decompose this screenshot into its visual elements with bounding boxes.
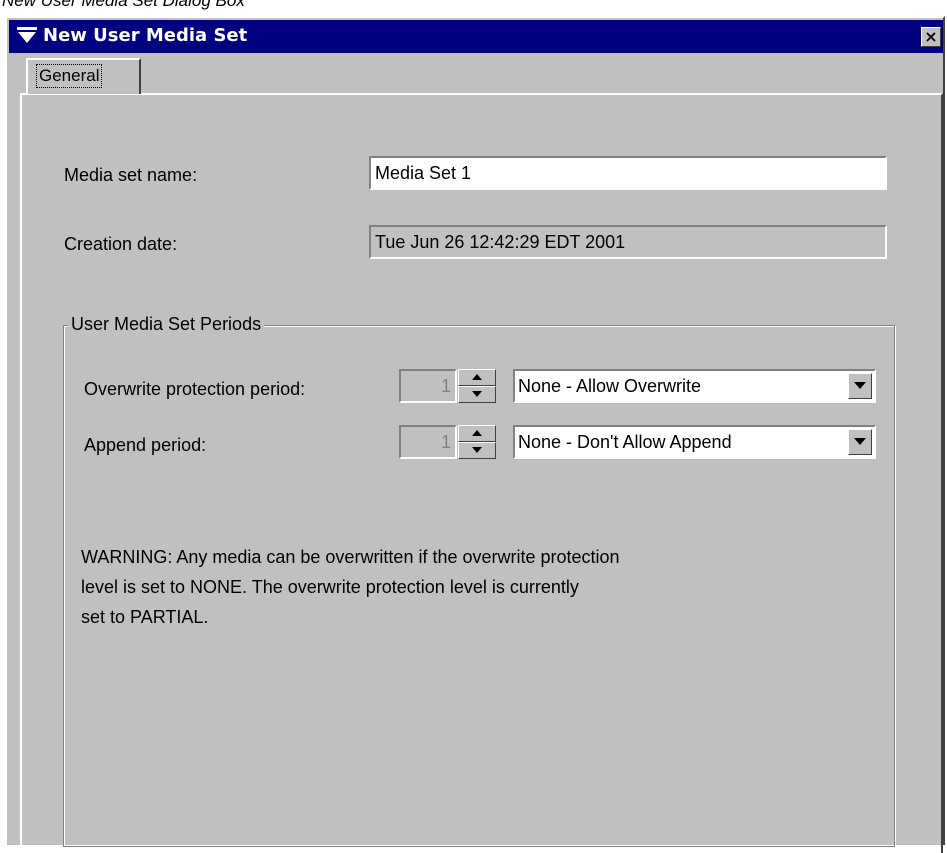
- media-set-name-label: Media set name:: [64, 165, 198, 185]
- overwrite-period-spinner[interactable]: 1: [399, 369, 457, 403]
- creation-date-field: Tue Jun 26 12:42:29 EDT 2001: [369, 225, 887, 259]
- dropdown-arrow-icon: [854, 382, 866, 389]
- overwrite-period-select[interactable]: None - Allow Overwrite: [513, 369, 876, 403]
- title-bar[interactable]: New User Media Set ×: [9, 20, 943, 53]
- window-title: New User Media Set: [43, 25, 248, 46]
- append-period-spinner[interactable]: 1: [399, 425, 457, 459]
- append-dropdown-button[interactable]: [848, 429, 872, 455]
- append-period-selected: None - Don't Allow Append: [518, 432, 732, 452]
- spin-down-arrow-icon: [472, 391, 482, 397]
- overwrite-spin-up-button[interactable]: [458, 369, 496, 386]
- append-period-label: Append period:: [84, 435, 207, 455]
- warning-line: WARNING: Any media can be overwritten if…: [81, 547, 620, 567]
- append-period-select[interactable]: None - Don't Allow Append: [513, 425, 876, 459]
- append-spin-up-button[interactable]: [458, 425, 496, 442]
- warning-message: WARNING: Any media can be overwritten if…: [81, 542, 841, 632]
- append-spin-down-button[interactable]: [458, 442, 496, 459]
- overwrite-period-selected: None - Allow Overwrite: [518, 376, 702, 396]
- spin-up-arrow-icon: [472, 430, 482, 436]
- spin-up-arrow-icon: [472, 374, 482, 380]
- warning-line: level is set to NONE. The overwrite prot…: [81, 577, 579, 597]
- creation-date-label: Creation date:: [64, 234, 178, 254]
- overwrite-dropdown-button[interactable]: [848, 373, 872, 399]
- overwrite-period-label: Overwrite protection period:: [84, 379, 306, 399]
- window-menu-icon[interactable]: [17, 27, 39, 45]
- periods-group-title: User Media Set Periods: [68, 314, 265, 335]
- spin-down-arrow-icon: [472, 447, 482, 453]
- warning-line: set to PARTIAL.: [81, 607, 209, 627]
- dropdown-arrow-icon: [854, 438, 866, 445]
- close-icon[interactable]: ×: [921, 27, 941, 47]
- media-set-name-input[interactable]: Media Set 1: [369, 156, 887, 190]
- overwrite-spin-down-button[interactable]: [458, 386, 496, 403]
- tab-general-label: General: [36, 64, 103, 88]
- figure-caption: New User Media Set Dialog Box: [2, 0, 245, 10]
- tab-general[interactable]: General: [26, 58, 141, 94]
